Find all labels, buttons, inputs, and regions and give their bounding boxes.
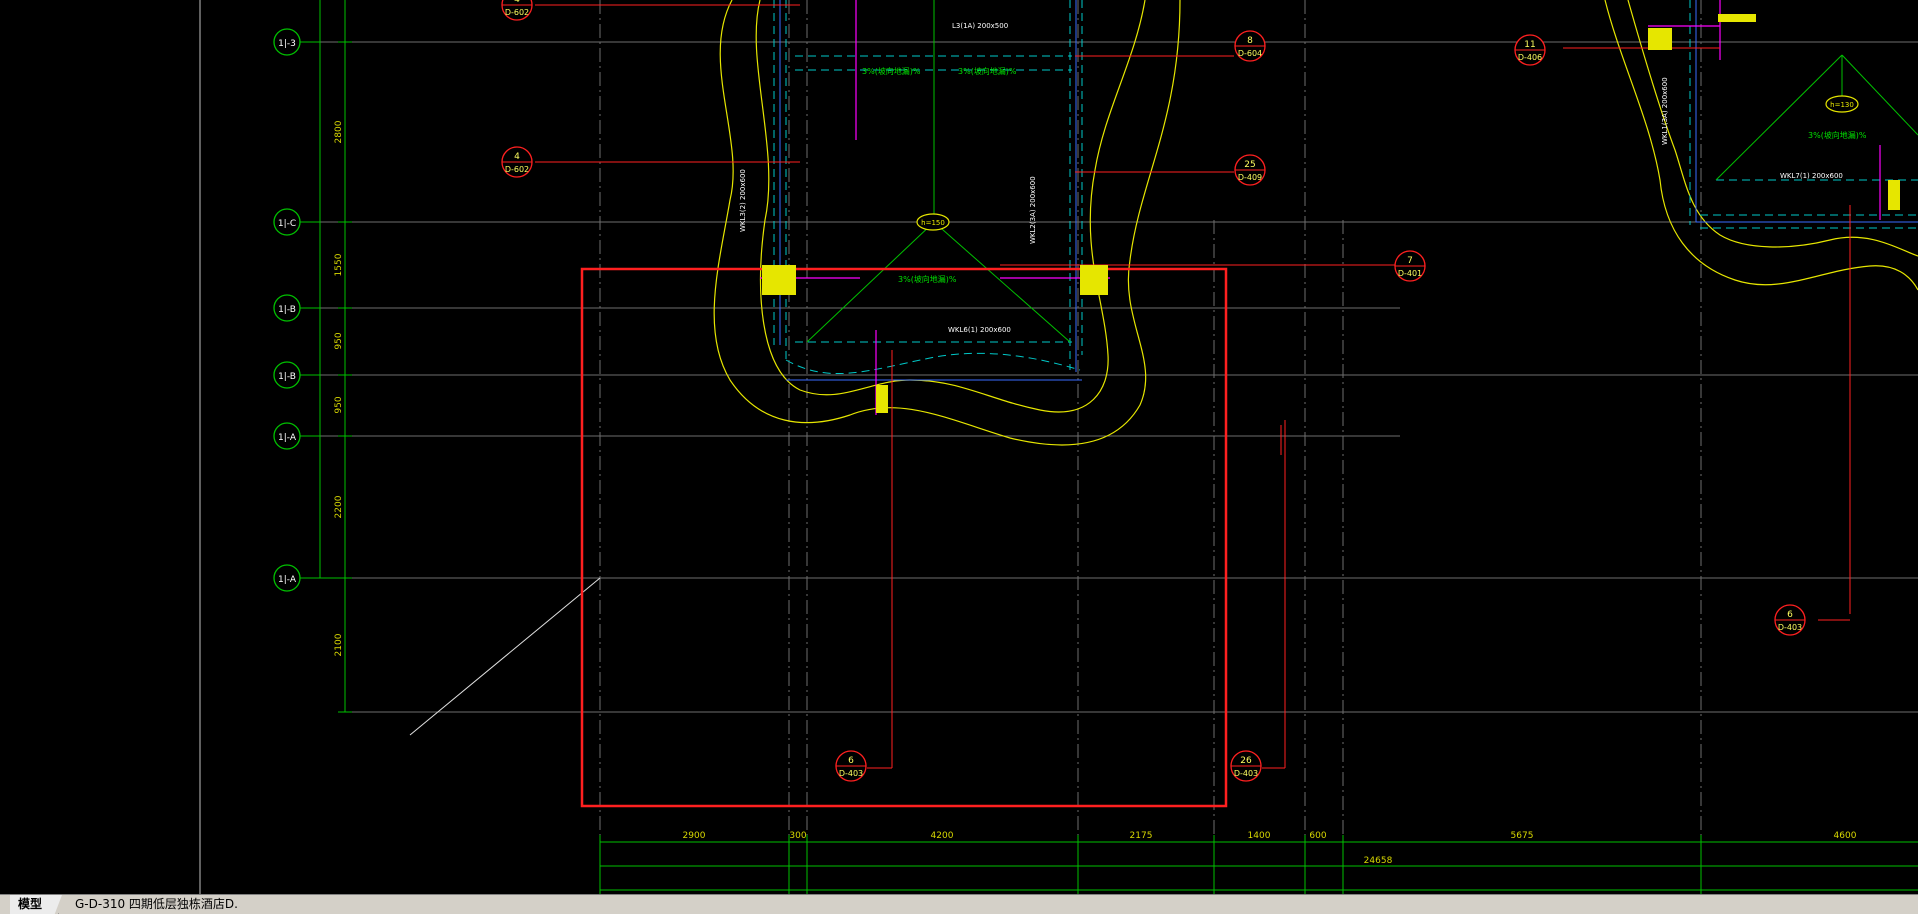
detail-callout-number: 8	[1247, 36, 1253, 46]
horizontal-dimension-text: 300	[789, 831, 806, 841]
elevation-marker: h=150	[916, 213, 950, 231]
detail-callout[interactable]: 7 D-401	[1394, 250, 1426, 282]
detail-callout-number: 4	[514, 152, 520, 162]
horizontal-grid-lines	[300, 41, 1918, 713]
elevation-marker: h=130	[1825, 95, 1859, 113]
horizontal-dimension-text: 2900	[683, 831, 706, 841]
detail-callout-number: 26	[1240, 756, 1252, 766]
detail-callout-ref: D-403	[839, 769, 863, 778]
axis-bubble[interactable]: 1|-A	[273, 422, 320, 450]
axis-bubble[interactable]: 1|-A	[273, 564, 320, 592]
total-dimension-text: 24658	[1364, 856, 1393, 866]
elevation-text: h=150	[921, 219, 945, 227]
beam-label: WKL3(2) 200x600	[739, 169, 747, 232]
axis-bubble-label: 1|-B	[278, 372, 296, 382]
wall-lines	[773, 0, 1918, 375]
vertical-grid-lines	[599, 0, 1702, 894]
vertical-dimension-text: 1550	[334, 253, 344, 276]
drawing-svg[interactable]: 2800 1550 950 950 2200 2100 1|-3 1|-C 1|-B 1|-B 1…	[0, 0, 1918, 894]
detail-callout-ref: D-602	[505, 8, 529, 17]
detail-callout[interactable]: 26 D-403	[1230, 750, 1262, 782]
slope-note: 3%(坡向地漏)%	[898, 274, 957, 284]
axis-bubble[interactable]: 1|-B	[273, 361, 320, 389]
vertical-dimension-text: 950	[334, 332, 344, 349]
tab-model[interactable]: 模型	[10, 895, 62, 914]
magenta-markers	[760, 0, 1881, 415]
detail-callout[interactable]: 4 D-602	[501, 0, 533, 21]
axis-bubble-label: 1|-B	[278, 305, 296, 315]
horizontal-dimension-chain	[599, 835, 1918, 894]
slope-note: 3%(坡向地漏)%	[1808, 130, 1867, 140]
detail-callout-number: 7	[1407, 256, 1413, 266]
horizontal-dimension-text: 600	[1309, 831, 1326, 841]
detail-callout-ref: D-602	[505, 165, 529, 174]
vertical-dimension-text: 2800	[334, 120, 344, 143]
beam-label: WKL7(1) 200x600	[1780, 172, 1843, 180]
detail-callout-number: 25	[1244, 160, 1255, 170]
detail-callout-ref: D-604	[1238, 49, 1262, 58]
detail-callout-number: 4	[514, 0, 520, 5]
elevation-text: h=130	[1830, 101, 1854, 109]
annotation-leader	[409, 577, 601, 736]
detail-callout[interactable]: 6 D-403	[1774, 604, 1806, 636]
detail-callout[interactable]: 6 D-403	[835, 750, 867, 782]
detail-callout[interactable]: 8 D-604	[1234, 30, 1266, 62]
horizontal-dimension-text: 1400	[1248, 831, 1271, 841]
detail-callout-ref: D-406	[1518, 53, 1542, 62]
detail-callout-ref: D-409	[1238, 173, 1262, 182]
detail-callout[interactable]: 25 D-409	[1234, 154, 1266, 186]
callout-leaders	[535, 4, 1851, 769]
slope-lines	[806, 0, 1918, 343]
detail-callout[interactable]: 4 D-602	[501, 146, 533, 178]
vertical-dimension-text: 2100	[334, 633, 344, 656]
beam-label: WKL6(1) 200x600	[948, 326, 1011, 334]
detail-callout-number: 11	[1524, 40, 1535, 50]
selection-rectangle[interactable]	[580, 267, 1228, 808]
axis-bubble-label: 1|-A	[278, 433, 297, 443]
tab-layout[interactable]: G-D-310 四期低层独栋酒店D...	[58, 895, 246, 914]
axis-bubble[interactable]: 1|-B	[273, 294, 320, 322]
vertical-dimension-text: 950	[334, 396, 344, 413]
beam-label: WKL2(3A) 200x600	[1029, 176, 1037, 244]
beam-label: L3(1A) 200x500	[952, 22, 1008, 30]
vertical-dimension-chain	[314, 0, 352, 713]
detail-callout-ref: D-401	[1398, 269, 1422, 278]
axis-bubble-label: 1|-A	[278, 575, 297, 585]
slope-note: 3%(坡向地漏)%	[958, 66, 1017, 76]
detail-callout[interactable]: 11 D-406	[1514, 34, 1546, 66]
axis-bubble[interactable]: 1|-3	[273, 28, 320, 56]
beam-label: WKL1(3A) 200x600	[1661, 77, 1669, 145]
horizontal-dimension-text: 2175	[1130, 831, 1153, 841]
axis-bubble-label: 1|-3	[278, 39, 296, 49]
slope-note: 3%(坡向地漏)%	[862, 66, 921, 76]
horizontal-dimension-text: 5675	[1511, 831, 1534, 841]
axis-bubble-label: 1|-C	[278, 219, 296, 229]
detail-callout-ref: D-403	[1234, 769, 1258, 778]
horizontal-dimension-text: 4600	[1834, 831, 1857, 841]
axis-bubble[interactable]: 1|-C	[273, 208, 320, 236]
detail-callout-number: 6	[1787, 610, 1793, 620]
detail-callout-number: 6	[848, 756, 854, 766]
detail-callout-ref: D-403	[1778, 623, 1802, 632]
vertical-dimension-text: 2200	[334, 495, 344, 518]
horizontal-dimension-text: 4200	[931, 831, 954, 841]
layout-tab-bar: 模型 G-D-310 四期低层独栋酒店D...	[0, 894, 1918, 914]
cad-drawing-canvas[interactable]: 2800 1550 950 950 2200 2100 1|-3 1|-C 1|-B 1|-B 1…	[0, 0, 1918, 894]
wall-solid-lines	[779, 0, 1918, 381]
